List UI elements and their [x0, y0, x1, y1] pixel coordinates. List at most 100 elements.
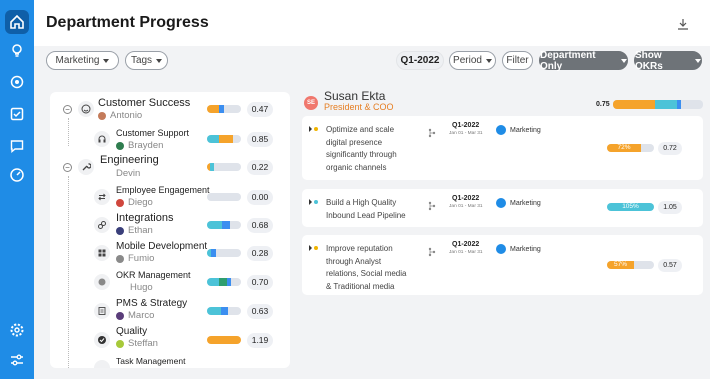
- hierarchy-icon[interactable]: [427, 125, 437, 138]
- quarter-select[interactable]: Q1-2022: [396, 51, 444, 70]
- objective-score: 1.05: [658, 201, 682, 214]
- status-dot: [314, 200, 318, 204]
- checklist-icon[interactable]: [5, 102, 29, 126]
- status-dot: [314, 127, 318, 131]
- chevron-down-icon: [485, 58, 492, 63]
- objective-team: Marketing: [496, 125, 541, 135]
- tree-title: PMS & Strategy: [116, 298, 188, 309]
- settings-icon[interactable]: [5, 318, 29, 342]
- tree-owner: Marco: [116, 310, 154, 321]
- avatar: [116, 311, 124, 320]
- progress-bar: [207, 336, 241, 344]
- tree-row-okr-management[interactable]: OKR Management Hugo 0.70: [50, 269, 290, 297]
- department-select[interactable]: Marketing: [46, 51, 119, 70]
- department-only-select[interactable]: Department Only: [539, 50, 628, 72]
- chevron-down-icon: [103, 58, 110, 63]
- objective-period: Q1-2022: [452, 195, 480, 202]
- avatar: [116, 254, 124, 263]
- home-icon[interactable]: [5, 10, 29, 34]
- avatar: SE: [304, 96, 318, 110]
- progress-bar: [207, 193, 241, 201]
- tree-row-engineering[interactable]: − Engineering Devin 0.22: [50, 154, 290, 182]
- progress-value: 0.63: [247, 304, 273, 319]
- team-avatar: [496, 125, 506, 135]
- tree-owner: Antonio: [98, 110, 142, 121]
- objective-progress-bar: 72%: [607, 144, 654, 152]
- progress-value: 0.22: [247, 160, 273, 175]
- tags-select[interactable]: Tags: [125, 51, 168, 70]
- owner-role: President & COO: [324, 102, 394, 112]
- download-icon[interactable]: [676, 17, 690, 31]
- grid-icon: [94, 245, 110, 261]
- tree-row-mobile-development[interactable]: Mobile Development Fumio 0.28: [50, 240, 290, 268]
- progress-bar: [207, 135, 241, 143]
- objective-card[interactable]: Build a High Quality Inbound Lead Pipeli…: [302, 189, 703, 227]
- objective-progress-bar: 57%: [607, 261, 654, 269]
- expand-icon[interactable]: [309, 245, 312, 251]
- target-icon[interactable]: [5, 70, 29, 94]
- progress-value: 1.19: [247, 333, 273, 348]
- show-okrs-select[interactable]: Show OKRs: [634, 50, 702, 72]
- avatar: [116, 339, 124, 348]
- objective-dates: Jan 01 - Mar 31: [449, 131, 483, 136]
- collapse-toggle[interactable]: −: [63, 163, 72, 172]
- lightbulb-icon[interactable]: [5, 38, 29, 62]
- chat-icon[interactable]: [5, 134, 29, 158]
- tree-title: Customer Support: [116, 128, 190, 138]
- smile-icon: [78, 101, 94, 117]
- sliders-icon[interactable]: [5, 348, 29, 372]
- tree-row-integrations[interactable]: Integrations Ethan 0.68: [50, 212, 290, 240]
- objective-panel: SE Susan Ekta President & COO 0.75 Optim…: [300, 89, 704, 379]
- document-icon: [94, 303, 110, 319]
- hierarchy-icon[interactable]: [427, 244, 437, 257]
- swap-icon: [94, 189, 110, 205]
- objective-dates: Jan 01 - Mar 31: [449, 204, 483, 209]
- progress-value: 0.47: [247, 102, 273, 117]
- tree-title: Task Management: [116, 356, 186, 366]
- objective-period: Q1-2022: [452, 122, 480, 129]
- expand-icon[interactable]: [309, 199, 312, 205]
- tree-row-pms-strategy[interactable]: PMS & Strategy Marco 0.63: [50, 298, 290, 326]
- avatar: [116, 198, 124, 207]
- tree-title: Integrations: [116, 212, 174, 224]
- expand-icon[interactable]: [309, 126, 312, 132]
- hierarchy-icon[interactable]: [427, 198, 437, 211]
- objective-score: 0.72: [658, 142, 682, 155]
- tree-owner: Hugo: [130, 282, 153, 293]
- tree-owner: Fumio: [116, 253, 154, 264]
- dashboard-icon[interactable]: [5, 163, 29, 187]
- avatar: [98, 111, 106, 120]
- objective-title: Optimize and scale digital presence sign…: [326, 125, 397, 172]
- tree-title: OKR Management: [116, 270, 191, 280]
- objective-title: Improve reputation through Analyst relat…: [326, 244, 407, 291]
- overall-progress-bar: [613, 100, 703, 109]
- progress-value: 0.85: [247, 132, 273, 147]
- team-avatar: [496, 198, 506, 208]
- filter-button[interactable]: Filter: [502, 51, 533, 70]
- status-dot: [314, 246, 318, 250]
- objective-score: 0.57: [658, 259, 682, 272]
- tree-row-customer-support[interactable]: Customer Support Brayden 0.85: [50, 126, 290, 154]
- objective-team: Marketing: [496, 198, 541, 208]
- progress-value: 0.00: [247, 190, 273, 205]
- collapse-toggle[interactable]: −: [63, 105, 72, 114]
- tree-title: Mobile Development: [116, 241, 208, 252]
- tree-title: Quality: [116, 326, 148, 337]
- objective-team: Marketing: [496, 244, 541, 254]
- period-select[interactable]: Period: [449, 51, 496, 70]
- tree-row-quality[interactable]: Quality Steffan 1.19: [50, 326, 290, 355]
- tree-row-customer-success[interactable]: − Customer Success Antonio 0.47: [50, 96, 290, 124]
- objective-card[interactable]: Optimize and scale digital presence sign…: [302, 116, 703, 180]
- tree-title: Customer Success: [98, 97, 191, 109]
- objective-card[interactable]: Improve reputation through Analyst relat…: [302, 235, 703, 295]
- objective-progress-bar: 105%: [607, 203, 654, 211]
- tree-row-employee-engagement[interactable]: Employee Engagement Diego 0.00: [50, 184, 290, 212]
- progress-bar: [207, 221, 241, 229]
- tree-row-task-management[interactable]: Task Management: [50, 355, 290, 368]
- headset-icon: [94, 131, 110, 147]
- objective-title: Build a High Quality Inbound Lead Pipeli…: [326, 198, 406, 220]
- page-title: Department Progress: [46, 14, 209, 31]
- objective-dates: Jan 01 - Mar 31: [449, 250, 483, 255]
- team-avatar: [496, 244, 506, 254]
- progress-bar: [207, 249, 241, 257]
